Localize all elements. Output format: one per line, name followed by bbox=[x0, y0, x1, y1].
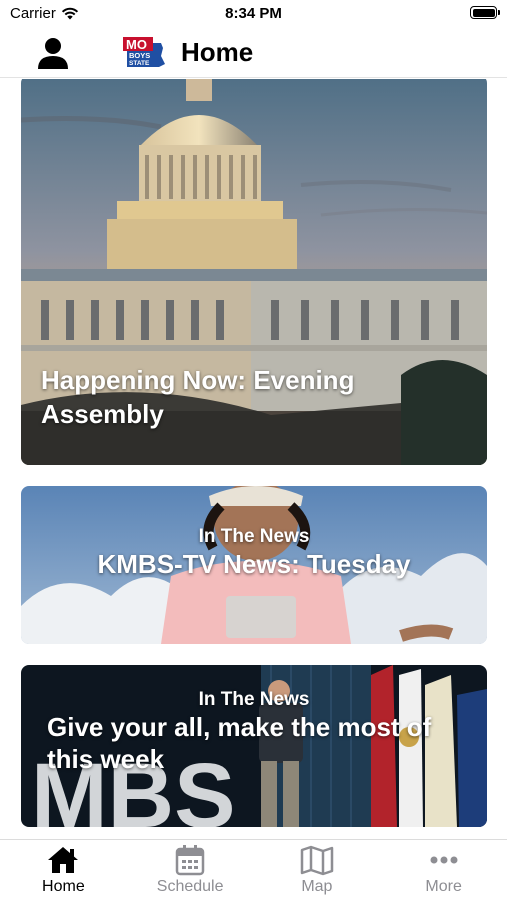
logo-text-mo: MO bbox=[126, 37, 147, 52]
logo-text-state: STATE bbox=[129, 60, 150, 67]
tab-more[interactable]: More bbox=[380, 840, 507, 900]
feed-card-category: In The News bbox=[198, 689, 310, 710]
feed-card-text: In The News KMBS-TV News: Tuesday bbox=[21, 526, 487, 580]
profile-icon[interactable] bbox=[36, 36, 70, 70]
feed-card-give-your-all[interactable]: MBS In The News Give your all, make the … bbox=[21, 665, 487, 827]
battery-icon bbox=[470, 6, 500, 19]
tab-bar: Home Schedule Map More bbox=[0, 839, 507, 900]
clock: 8:34 PM bbox=[225, 5, 282, 22]
mo-boys-state-logo: MO BOYS STATE bbox=[123, 37, 165, 67]
tab-label: More bbox=[425, 878, 462, 895]
feed-card-kmbs-tv-news[interactable]: In The News KMBS-TV News: Tuesday bbox=[21, 486, 487, 644]
page-title: Home bbox=[181, 37, 254, 67]
feed-card-headline: Give your all, make the most of this wee… bbox=[47, 712, 432, 774]
home-icon bbox=[48, 847, 79, 873]
feed-card-category: In The News bbox=[198, 526, 310, 547]
tab-map[interactable]: Map bbox=[254, 840, 381, 900]
feed-card-headline: Happening Now: Evening Assembly bbox=[41, 365, 355, 429]
feed-card-headline: KMBS-TV News: Tuesday bbox=[97, 549, 411, 579]
more-dots-icon bbox=[430, 856, 458, 864]
tab-label: Map bbox=[301, 878, 333, 895]
calendar-icon bbox=[175, 845, 205, 876]
map-icon bbox=[300, 845, 334, 876]
tab-label: Schedule bbox=[156, 878, 224, 895]
app-header: MO BOYS STATE Home bbox=[0, 28, 507, 78]
feed-card-text: In The News Give your all, make the most… bbox=[21, 689, 487, 775]
tab-label: Home bbox=[42, 878, 85, 895]
news-feed[interactable]: Happening Now: Evening Assembly In The N… bbox=[0, 79, 507, 839]
feed-card-evening-assembly[interactable]: Happening Now: Evening Assembly bbox=[21, 79, 487, 465]
tab-home[interactable]: Home bbox=[0, 840, 127, 900]
tab-schedule[interactable]: Schedule bbox=[127, 840, 254, 900]
status-bar: Carrier 8:34 PM bbox=[0, 0, 507, 28]
logo-text-boys: BOYS bbox=[129, 51, 150, 60]
